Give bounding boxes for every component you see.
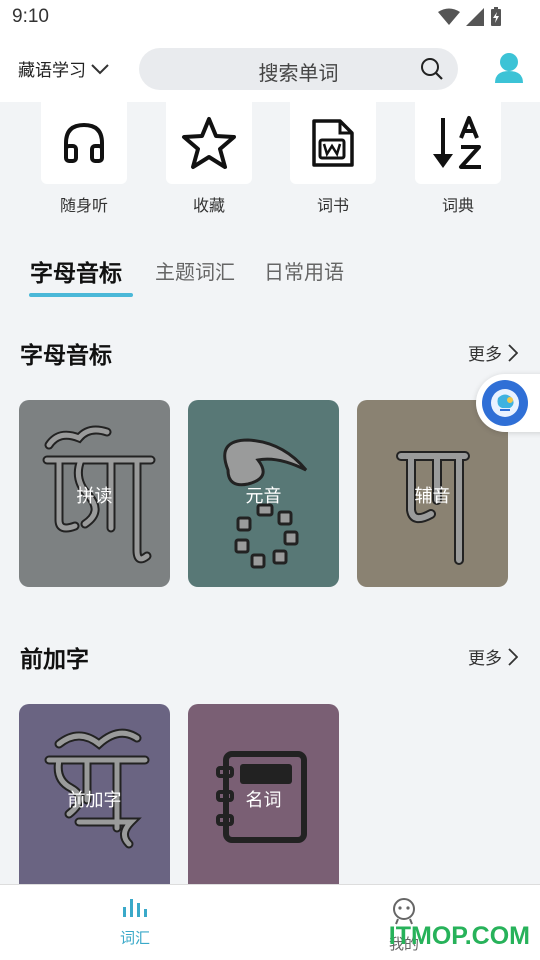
card-spelling[interactable]: 拼读 xyxy=(19,400,170,587)
signal-icon xyxy=(466,8,484,26)
battery-icon xyxy=(491,7,501,26)
quick-tile xyxy=(290,102,376,184)
quick-action-favorites[interactable]: 收藏 xyxy=(166,102,252,218)
section-title: 前加字 xyxy=(20,647,89,673)
tab-indicator xyxy=(29,293,133,297)
quick-action-label: 词书 xyxy=(316,196,349,215)
card-label: 名词 xyxy=(245,790,282,811)
card-label: 拼读 xyxy=(76,486,113,507)
more-link[interactable]: 更多 xyxy=(468,340,518,365)
quick-action-label: 随身听 xyxy=(59,196,108,215)
nav-label: 词汇 xyxy=(119,929,150,947)
tab-topic-vocabulary[interactable]: 主题词汇 xyxy=(155,256,235,285)
tab-daily-phrases[interactable]: 日常用语 xyxy=(264,256,344,285)
card-prefix[interactable]: 前加字 xyxy=(19,704,170,885)
quick-action-label: 词典 xyxy=(441,196,474,215)
more-link[interactable]: 更多 xyxy=(468,644,518,669)
search-icon[interactable] xyxy=(420,57,444,81)
quick-action-label: 收藏 xyxy=(192,196,225,215)
assistant-floating-button[interactable] xyxy=(476,374,540,432)
card-vowels[interactable]: 元音 xyxy=(188,400,339,587)
card-nouns[interactable]: 名词 xyxy=(188,704,339,885)
app-header: 藏语学习 搜索单词 xyxy=(0,38,540,102)
more-label: 更多 xyxy=(468,345,502,365)
quick-tile xyxy=(166,102,252,184)
search-bar[interactable]: 搜索单词 xyxy=(139,48,458,90)
card-label: 前加字 xyxy=(67,790,122,811)
star-icon xyxy=(182,117,236,169)
nav-item-vocabulary[interactable]: 词汇 xyxy=(95,897,175,948)
language-label: 藏语学习 xyxy=(18,61,86,81)
assistant-avatar xyxy=(482,380,528,426)
quick-action-wordbook[interactable]: 词书 xyxy=(290,102,376,218)
sort-az-icon xyxy=(433,116,481,169)
search-placeholder: 搜索单词 xyxy=(258,61,339,85)
card-label: 元音 xyxy=(245,486,282,507)
chevron-right-icon xyxy=(508,647,518,666)
tab-alphabet[interactable]: 字母音标 xyxy=(30,254,122,288)
quick-action-dictionary[interactable]: 词典 xyxy=(415,102,501,218)
chevron-down-icon xyxy=(91,63,109,74)
assistant-brain-icon xyxy=(491,389,519,417)
quick-action-listen[interactable]: 随身听 xyxy=(41,102,127,218)
language-selector[interactable]: 藏语学习 xyxy=(18,56,110,81)
quick-tile xyxy=(415,102,501,184)
quick-actions: 随身听 收藏 词书 词典 xyxy=(0,102,540,220)
wifi-icon xyxy=(438,8,460,25)
word-document-icon xyxy=(312,119,354,167)
profile-icon[interactable] xyxy=(494,52,524,84)
status-time: 9:10 xyxy=(12,6,49,27)
robot-face-icon xyxy=(393,898,415,925)
headphones-icon xyxy=(64,122,104,163)
quick-tile xyxy=(41,102,127,184)
more-label: 更多 xyxy=(468,649,502,669)
card-label: 辅音 xyxy=(414,486,451,507)
card-consonants[interactable]: 辅音 xyxy=(357,400,508,587)
category-tabs: 字母音标 主题词汇 日常用语 xyxy=(0,248,540,300)
watermark: ITMOP.COM xyxy=(388,922,530,950)
status-bar: 9:10 xyxy=(0,0,540,38)
section-title: 字母音标 xyxy=(20,343,112,369)
chevron-right-icon xyxy=(508,343,518,362)
status-icons xyxy=(438,7,502,27)
bar-chart-icon xyxy=(123,899,147,917)
